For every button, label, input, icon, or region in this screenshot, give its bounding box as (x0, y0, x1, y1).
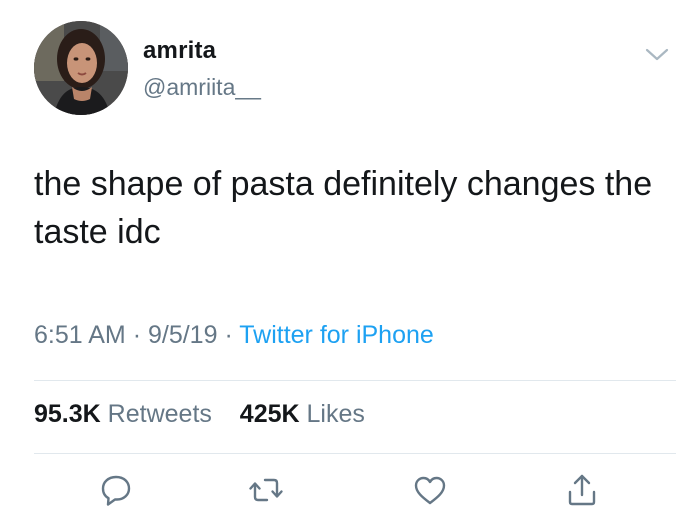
reply-button[interactable] (96, 470, 136, 510)
likes-label: Likes (306, 400, 365, 428)
profile-photo-icon (34, 21, 128, 115)
meta-separator: · (132, 321, 142, 349)
tweet-source-link[interactable]: Twitter for iPhone (239, 321, 434, 349)
tweet-date: 9/5/19 (147, 321, 218, 349)
user-handle[interactable]: @amriita__ (143, 74, 261, 101)
divider (34, 380, 676, 381)
retweets-stat[interactable]: 95.3K Retweets (34, 400, 219, 428)
likes-stat[interactable]: 425K Likes (240, 400, 365, 428)
tweet-time: 6:51 AM (34, 321, 126, 349)
retweets-count: 95.3K (34, 400, 101, 428)
chevron-down-icon[interactable] (644, 45, 670, 63)
action-bar (0, 470, 700, 510)
share-icon (568, 474, 596, 506)
reply-icon (101, 475, 131, 506)
retweets-label: Retweets (107, 400, 212, 428)
retweet-button[interactable] (246, 470, 286, 510)
tweet-meta: 6:51 AM · 9/5/19 · Twitter for iPhone (34, 321, 434, 350)
avatar[interactable] (34, 21, 128, 115)
likes-count: 425K (239, 400, 300, 428)
display-name[interactable]: amrita (143, 37, 216, 65)
like-button[interactable] (410, 470, 450, 510)
heart-icon (414, 476, 446, 505)
meta-separator: · (224, 321, 233, 349)
tweet-stats: 95.3K Retweets 425K Likes (34, 400, 365, 429)
tweet-text: the shape of pasta definitely changes th… (34, 165, 653, 251)
retweet-icon (249, 478, 283, 502)
divider (34, 453, 676, 454)
share-button[interactable] (562, 470, 602, 510)
